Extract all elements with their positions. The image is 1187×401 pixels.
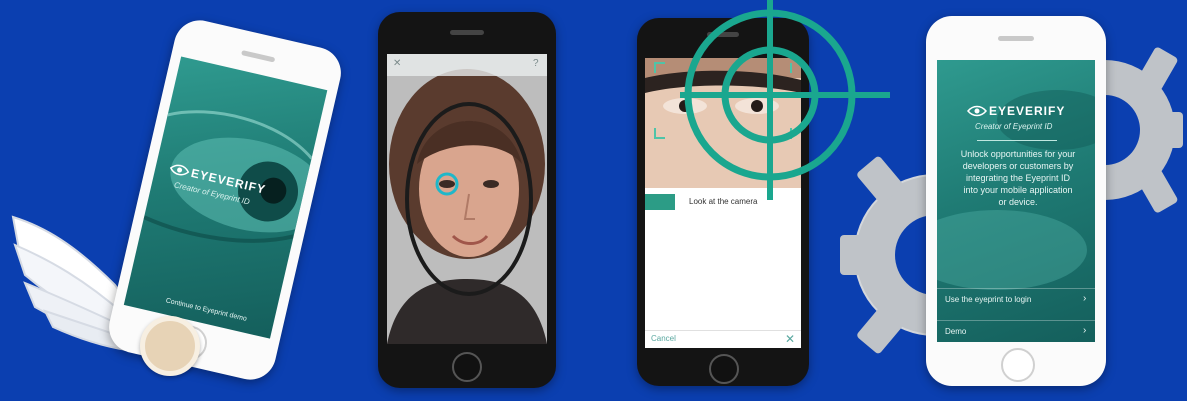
chevron-right-icon: › bbox=[1083, 293, 1087, 304]
close-icon[interactable]: ✕ bbox=[785, 332, 795, 346]
phone-1: EYEVERIFY Creator of Eyeprint ID Continu… bbox=[103, 15, 347, 385]
chevron-right-icon: › bbox=[1083, 325, 1087, 336]
close-button[interactable]: ✕ bbox=[393, 58, 401, 69]
brand-name: EYEVERIFY bbox=[989, 104, 1066, 118]
eyeverify-logo-icon bbox=[967, 105, 987, 117]
menu-item[interactable]: Demo › bbox=[937, 320, 1095, 342]
divider bbox=[977, 140, 1057, 141]
brand-tagline: Creator of Eyeprint ID bbox=[975, 122, 1053, 131]
face-camera-view-icon bbox=[387, 54, 547, 344]
phone-1-screen: EYEVERIFY Creator of Eyeprint ID Continu… bbox=[123, 56, 328, 339]
phone-2-screen: ✕ ? bbox=[387, 54, 547, 344]
speaker-icon bbox=[998, 36, 1034, 41]
home-button[interactable] bbox=[452, 352, 482, 382]
home-button[interactable] bbox=[709, 354, 739, 384]
halo-icon bbox=[140, 316, 200, 376]
description-text: Unlock opportunities for your developers… bbox=[960, 149, 1076, 207]
divider bbox=[645, 330, 801, 331]
home-button[interactable] bbox=[1001, 348, 1035, 382]
menu-item-label: Demo bbox=[945, 327, 967, 336]
speaker-icon bbox=[450, 30, 484, 35]
speaker-icon bbox=[241, 50, 276, 63]
phone-4-screen: EYEVERIFY Creator of Eyeprint ID Unlock … bbox=[937, 60, 1095, 342]
help-button[interactable]: ? bbox=[533, 58, 539, 69]
phone-4: EYEVERIFY Creator of Eyeprint ID Unlock … bbox=[926, 16, 1106, 386]
cancel-button[interactable]: Cancel bbox=[651, 334, 676, 343]
menu-item[interactable]: Use the eyeprint to login › bbox=[937, 288, 1095, 311]
menu-item-label: Use the eyeprint to login bbox=[945, 295, 1032, 304]
phone-2: ✕ ? bbox=[378, 12, 556, 388]
